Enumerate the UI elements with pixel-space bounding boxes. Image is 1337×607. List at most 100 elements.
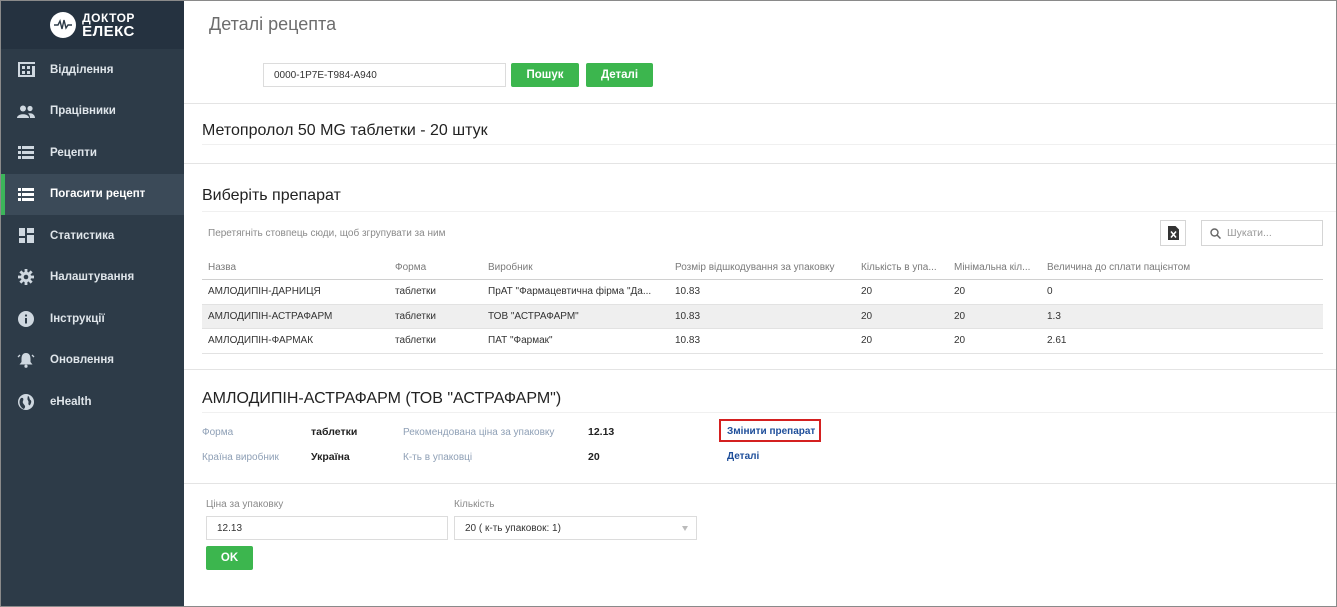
logo-line1: ДОКТОР [82, 10, 135, 25]
sidebar-item-ehealth[interactable]: eHealth [1, 381, 184, 423]
cell-form: таблетки [395, 310, 436, 322]
building-icon [17, 61, 35, 79]
cell-form: таблетки [395, 335, 436, 347]
gear-icon [17, 268, 35, 286]
logo-mark-icon [50, 12, 77, 38]
table-row-selected[interactable]: АМЛОДИПІН-АСТРАФАРМ таблетки ТОВ "АСТРАФ… [202, 304, 1323, 329]
change-drug-link[interactable]: Змінити препарат [727, 426, 815, 437]
divider [202, 211, 1336, 212]
recommended-price-label: Рекомендована ціна за упаковку [403, 427, 555, 438]
sidebar-item-redeem-prescription[interactable]: Погасити рецепт [1, 173, 184, 215]
sidebar-item-updates[interactable]: Оновлення [1, 340, 184, 382]
divider [202, 412, 1336, 413]
column-header-form[interactable]: Форма [395, 256, 480, 279]
cell-patient-pays: 2.61 [1047, 335, 1067, 347]
drug-details-link[interactable]: Деталі [727, 451, 759, 462]
divider [202, 144, 1336, 145]
sidebar-item-settings[interactable]: Налаштування [1, 257, 184, 299]
search-button[interactable]: Пошук [511, 63, 579, 87]
logo[interactable]: ДОКТОР ЕЛЕКС [1, 1, 184, 49]
dashboard-icon [17, 227, 35, 245]
cell-reimbursement: 10.83 [675, 286, 701, 298]
logo-line2: ЕЛЕКС [82, 22, 135, 40]
column-header-patient-pays[interactable]: Величина до сплати пацієнтом [1047, 256, 1247, 279]
sidebar-item-label: Відділення [50, 63, 114, 76]
sidebar-item-label: Налаштування [50, 271, 135, 284]
selected-drug-title: АМЛОДИПІН-АСТРАФАРМ (ТОВ "АСТРАФАРМ") [202, 390, 562, 407]
column-header-reimbursement[interactable]: Розмір відшкодування за упаковку [675, 256, 855, 279]
cell-reimbursement: 10.83 [675, 310, 701, 322]
sidebar: ДОКТОР ЕЛЕКС Відділення Працівники Рецеп… [1, 1, 184, 606]
sidebar-item-employees[interactable]: Працівники [1, 91, 184, 133]
search-icon [1210, 227, 1221, 239]
pack-quantity-value: 20 [588, 451, 600, 463]
select-drug-title: Виберіть препарат [202, 187, 341, 204]
sidebar-item-instructions[interactable]: Інструкції [1, 298, 184, 340]
globe-icon [17, 393, 35, 411]
list-icon [17, 144, 35, 162]
grid-search-box[interactable] [1201, 220, 1323, 246]
cell-reimbursement: 10.83 [675, 335, 701, 347]
cell-pack-quantity: 20 [861, 335, 873, 347]
sidebar-item-label: Рецепти [50, 146, 97, 159]
pack-price-input[interactable]: 12.13 [206, 516, 448, 540]
cell-form: таблетки [395, 286, 436, 298]
group-by-hint[interactable]: Перетягніть стовпець сюди, щоб згрупуват… [208, 228, 445, 239]
divider [184, 103, 1336, 104]
country-label: Країна виробник [202, 452, 279, 463]
cell-pack-quantity: 20 [861, 286, 873, 298]
prescription-number-input[interactable] [263, 63, 506, 87]
column-header-min-quantity[interactable]: Мінімальна кіл... [954, 256, 1039, 279]
page-title: Деталі рецепта [209, 14, 337, 34]
grid-search-input[interactable] [1227, 227, 1317, 239]
sidebar-item-label: Статистика [50, 229, 115, 242]
pack-price-value: 12.13 [217, 522, 243, 534]
chevron-down-icon [682, 526, 688, 531]
drugs-table: Назва Форма Виробник Розмір відшкодуванн… [202, 256, 1323, 354]
sidebar-item-prescriptions[interactable]: Рецепти [1, 132, 184, 174]
logo-text: ДОКТОР ЕЛЕКС [82, 12, 135, 39]
quantity-select[interactable]: 20 ( к-ть упаковок: 1) [454, 516, 697, 540]
cell-pack-quantity: 20 [861, 310, 873, 322]
list-icon [17, 185, 35, 203]
divider [184, 163, 1336, 164]
excel-icon [1167, 226, 1179, 240]
cell-min-quantity: 20 [954, 286, 966, 298]
pack-quantity-label: К-ть в упаковці [403, 452, 473, 463]
cell-patient-pays: 0 [1047, 286, 1053, 298]
sidebar-item-departments[interactable]: Відділення [1, 49, 184, 91]
country-value: Україна [311, 451, 350, 463]
column-header-manufacturer[interactable]: Виробник [488, 256, 668, 279]
column-header-pack-quantity[interactable]: Кількість в упа... [861, 256, 946, 279]
sidebar-item-label: eHealth [50, 395, 92, 408]
app-window: ДОКТОР ЕЛЕКС Відділення Працівники Рецеп… [0, 0, 1337, 607]
form-label: Форма [202, 427, 234, 438]
pack-price-label: Ціна за упаковку [206, 499, 284, 510]
bell-icon [17, 351, 35, 369]
table-row[interactable]: АМЛОДИПІН-ДАРНИЦЯ таблетки ПрАТ "Фармаце… [202, 280, 1323, 305]
sidebar-item-label: Оновлення [50, 354, 114, 367]
cell-name: АМЛОДИПІН-ДАРНИЦЯ [208, 286, 321, 298]
sidebar-item-label: Працівники [50, 105, 116, 118]
table-header-row: Назва Форма Виробник Розмір відшкодуванн… [202, 256, 1323, 280]
cell-name: АМЛОДИПІН-ФАРМАК [208, 335, 314, 347]
export-excel-button[interactable] [1160, 220, 1186, 246]
divider [184, 483, 1336, 484]
info-icon [17, 310, 35, 328]
quantity-value: 20 ( к-ть упаковок: 1) [465, 522, 561, 534]
prescription-title: Метопролол 50 MG таблетки - 20 штук [202, 122, 488, 139]
column-header-name[interactable]: Назва [208, 256, 388, 279]
divider [184, 369, 1336, 370]
cell-name: АМЛОДИПІН-АСТРАФАРМ [208, 310, 333, 322]
quantity-label: Кількість [454, 499, 495, 510]
cell-min-quantity: 20 [954, 310, 966, 322]
sidebar-item-label: Погасити рецепт [50, 188, 146, 201]
ok-button[interactable]: OK [206, 546, 253, 570]
sidebar-item-statistics[interactable]: Статистика [1, 215, 184, 257]
main-content: Деталі рецепта Пошук Деталі Метопролол 5… [184, 1, 1336, 606]
table-row[interactable]: АМЛОДИПІН-ФАРМАК таблетки ПАТ "Фармак" 1… [202, 329, 1323, 354]
details-button[interactable]: Деталі [586, 63, 653, 87]
cell-min-quantity: 20 [954, 335, 966, 347]
recommended-price-value: 12.13 [588, 426, 615, 438]
people-icon [17, 102, 35, 120]
